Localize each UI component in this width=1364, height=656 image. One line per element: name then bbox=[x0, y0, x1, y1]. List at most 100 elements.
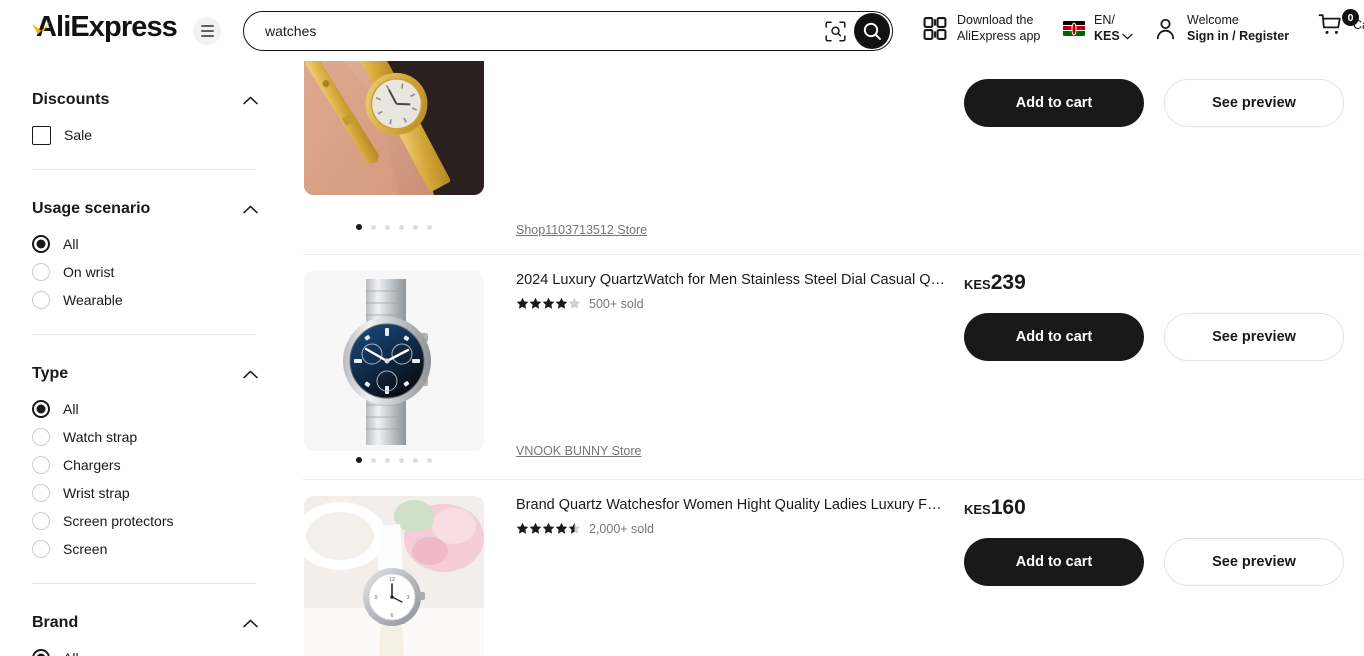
filter-radio[interactable] bbox=[32, 540, 50, 558]
svg-text:9: 9 bbox=[374, 595, 377, 601]
filter-option-on-wrist[interactable]: On wrist bbox=[32, 258, 258, 286]
filter-option-label: Screen protectors bbox=[63, 513, 174, 529]
rating-stars bbox=[516, 522, 581, 535]
filter-options: All On wrist Wearable bbox=[32, 230, 258, 314]
product-row: 2024 Luxury QuartzWatch for Men Stainles… bbox=[290, 254, 1364, 479]
chevron-down-icon bbox=[1122, 33, 1133, 40]
chevron-up-icon bbox=[243, 96, 258, 104]
price-amount: 160 bbox=[990, 496, 1026, 519]
search-input[interactable] bbox=[244, 13, 820, 49]
star-icon bbox=[516, 297, 529, 309]
star-icon bbox=[516, 522, 529, 534]
filter-radio[interactable] bbox=[32, 512, 50, 530]
filter-option-label: Watch strap bbox=[63, 429, 138, 445]
language-currency-selector[interactable]: EN/ KES bbox=[1063, 13, 1133, 44]
filter-radio[interactable] bbox=[32, 291, 50, 309]
hamburger-icon-line bbox=[200, 25, 214, 27]
carousel-dot[interactable] bbox=[399, 224, 404, 230]
product-image[interactable] bbox=[304, 271, 484, 451]
logo-check-icon bbox=[32, 22, 50, 34]
filter-options: Sale bbox=[32, 121, 258, 149]
image-carousel-dots[interactable] bbox=[304, 224, 484, 230]
filter-option-all[interactable]: All bbox=[32, 230, 258, 258]
filter-option-watch-strap[interactable]: Watch strap bbox=[32, 423, 258, 451]
svg-text:3: 3 bbox=[406, 595, 409, 601]
product-purchase-area: KES160 Add to cart See preview bbox=[964, 496, 1354, 586]
store-link[interactable]: VNOOK BUNNY Store bbox=[516, 444, 642, 458]
aliexpress-logo[interactable]: AliExpress bbox=[32, 11, 178, 43]
search-bar bbox=[243, 11, 893, 51]
filter-radio[interactable] bbox=[32, 484, 50, 502]
filter-radio[interactable] bbox=[32, 400, 50, 418]
product-title[interactable]: Brand Quartz Watchesfor Women Hight Qual… bbox=[516, 496, 956, 516]
filter-checkbox[interactable] bbox=[32, 125, 51, 145]
filter-option-sale[interactable]: Sale bbox=[32, 121, 258, 149]
see-preview-button[interactable]: See preview bbox=[1164, 79, 1344, 127]
filter-option-label: Screen bbox=[63, 541, 108, 557]
account-signin-link[interactable]: Welcome Sign in / Register bbox=[1153, 13, 1289, 44]
filter-radio[interactable] bbox=[32, 456, 50, 474]
filter-group-header[interactable]: Discounts bbox=[32, 83, 258, 117]
cart-icon bbox=[1318, 14, 1341, 34]
filter-group-header[interactable]: Type bbox=[32, 357, 258, 391]
store-link[interactable]: Shop1103713512 Store bbox=[516, 223, 647, 237]
product-sold-count: 2,000+ sold bbox=[589, 521, 654, 536]
user-icon bbox=[1156, 18, 1175, 40]
product-purchase-area: KES239 Add to cart See preview bbox=[964, 271, 1354, 361]
filter-option-wearable[interactable]: Wearable bbox=[32, 286, 258, 314]
product-image[interactable]: 12 3 6 9 bbox=[304, 496, 484, 656]
filter-option-chargers[interactable]: Chargers bbox=[32, 451, 258, 479]
sidebar-divider bbox=[32, 583, 256, 584]
star-icon bbox=[529, 522, 542, 534]
filter-radio[interactable] bbox=[32, 428, 50, 446]
filter-radio[interactable] bbox=[32, 649, 50, 656]
product-title[interactable]: 2024 Luxury QuartzWatch for Men Stainles… bbox=[516, 271, 956, 291]
filter-group-header[interactable]: Usage scenario bbox=[32, 192, 258, 226]
filter-group-header[interactable]: Brand bbox=[32, 606, 258, 640]
product-image[interactable] bbox=[304, 61, 484, 195]
carousel-dot[interactable] bbox=[413, 457, 418, 463]
hamburger-menu-button[interactable] bbox=[193, 17, 221, 45]
carousel-dot[interactable] bbox=[413, 224, 418, 230]
filter-option-screen[interactable]: Screen bbox=[32, 535, 258, 563]
price-amount: 239 bbox=[990, 271, 1026, 294]
rating-stars bbox=[516, 297, 581, 310]
filter-radio[interactable] bbox=[32, 235, 50, 253]
visual-search-icon[interactable] bbox=[820, 16, 850, 46]
welcome-label: Welcome bbox=[1187, 13, 1239, 27]
carousel-dot[interactable] bbox=[356, 224, 362, 230]
carousel-dot[interactable] bbox=[371, 457, 376, 463]
chevron-up-icon bbox=[243, 205, 258, 213]
download-app-link[interactable]: Download the AliExpress app bbox=[923, 13, 1040, 44]
product-price: KES239 bbox=[964, 271, 1354, 295]
image-carousel-dots[interactable] bbox=[304, 457, 484, 463]
carousel-dot[interactable] bbox=[385, 224, 390, 230]
download-app-line1: Download the bbox=[957, 13, 1034, 27]
see-preview-button[interactable]: See preview bbox=[1164, 313, 1344, 361]
add-to-cart-button[interactable]: Add to cart bbox=[964, 79, 1144, 127]
filter-group-title: Discounts bbox=[32, 91, 110, 108]
filter-option-all[interactable]: All bbox=[32, 644, 258, 656]
chevron-up-icon bbox=[243, 370, 258, 378]
cart-link[interactable]: 0 Ca bbox=[1318, 9, 1364, 39]
carousel-dot[interactable] bbox=[356, 457, 362, 463]
carousel-dot[interactable] bbox=[399, 457, 404, 463]
search-submit-button[interactable] bbox=[854, 13, 890, 49]
filter-option-label: Chargers bbox=[63, 457, 121, 473]
filter-group-title: Type bbox=[32, 365, 69, 382]
carousel-dot[interactable] bbox=[427, 224, 432, 230]
filter-option-screen-protectors[interactable]: Screen protectors bbox=[32, 507, 258, 535]
add-to-cart-button[interactable]: Add to cart bbox=[964, 538, 1144, 586]
filter-option-all[interactable]: All bbox=[32, 395, 258, 423]
filter-option-wrist-strap[interactable]: Wrist strap bbox=[32, 479, 258, 507]
signin-register-label: Sign in / Register bbox=[1187, 28, 1290, 43]
carousel-dot[interactable] bbox=[371, 224, 376, 230]
carousel-dot[interactable] bbox=[427, 457, 432, 463]
add-to-cart-button[interactable]: Add to cart bbox=[964, 313, 1144, 361]
filter-radio[interactable] bbox=[32, 263, 50, 281]
carousel-dot[interactable] bbox=[385, 457, 390, 463]
kenya-flag-icon bbox=[1063, 21, 1085, 37]
chevron-up-icon bbox=[243, 619, 258, 627]
see-preview-button[interactable]: See preview bbox=[1164, 538, 1344, 586]
logo-text: AliExpress bbox=[36, 11, 178, 43]
